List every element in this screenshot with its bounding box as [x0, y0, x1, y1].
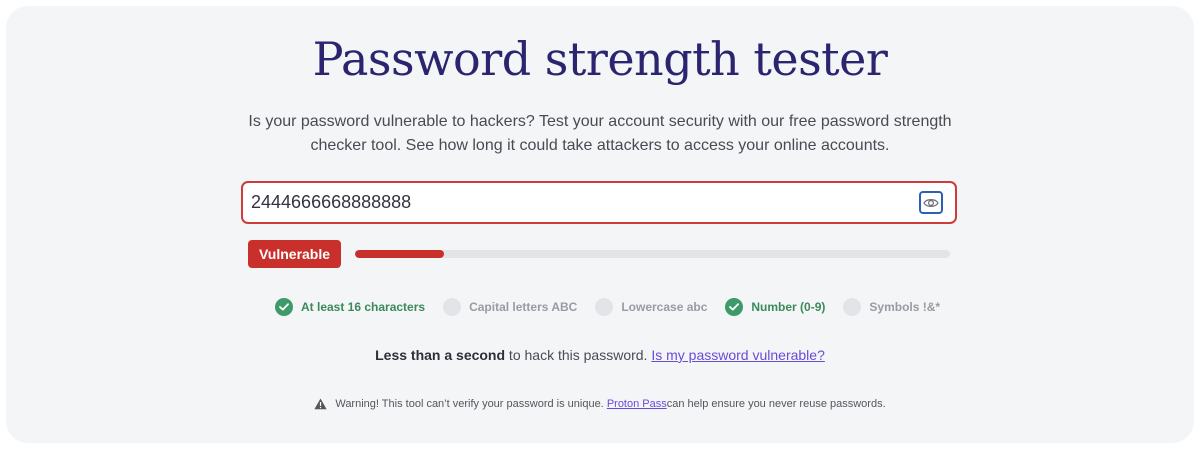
eye-icon — [923, 197, 939, 209]
criterion-item: Lowercase abc — [595, 298, 707, 316]
check-icon — [275, 298, 293, 316]
criteria-list: At least 16 characters Capital letters AB… — [275, 297, 940, 317]
page-title: Password strength tester — [312, 32, 888, 86]
unchecked-circle-icon — [595, 298, 614, 316]
password-field[interactable] — [241, 181, 957, 224]
criterion-label: Symbols !&* — [869, 300, 941, 314]
warning-icon — [314, 398, 327, 410]
warning-text: Warning! This tool can’t verify your pas… — [335, 398, 604, 410]
criterion-item: Symbols !&* — [843, 298, 940, 316]
check-icon — [725, 298, 744, 316]
warning-suffix: can help ensure you never reuse password… — [666, 398, 886, 410]
proton-pass-link[interactable]: Proton Pass — [607, 398, 667, 410]
criterion-item: Capital letters ABC — [443, 298, 577, 316]
crack-time: Less than a second — [375, 347, 506, 363]
crack-time-result: Less than a second to hack this password… — [0, 347, 1200, 363]
crack-time-suffix: to hack this password. — [505, 347, 648, 363]
strength-meter-fill — [355, 250, 445, 258]
criterion-label: Capital letters ABC — [469, 300, 578, 314]
page-subtitle: Is your password vulnerable to hackers? … — [248, 113, 952, 154]
strength-badge: Vulnerable — [248, 240, 341, 268]
warning-note: Warning! This tool can’t verify your pas… — [0, 398, 1200, 410]
criterion-item: Number (0-9) — [725, 298, 825, 316]
criterion-label: Number (0-9) — [751, 300, 826, 314]
strength-meter — [355, 250, 950, 258]
unchecked-circle-icon — [443, 298, 462, 316]
vulnerable-info-link[interactable]: Is my password vulnerable? — [651, 347, 825, 363]
unchecked-circle-icon — [843, 298, 862, 316]
criterion-label: At least 16 characters — [301, 300, 426, 314]
criterion-label: Lowercase abc — [621, 300, 708, 314]
show-password-button[interactable] — [919, 191, 943, 214]
criterion-item: At least 16 characters — [275, 298, 425, 316]
password-input[interactable] — [251, 183, 911, 222]
